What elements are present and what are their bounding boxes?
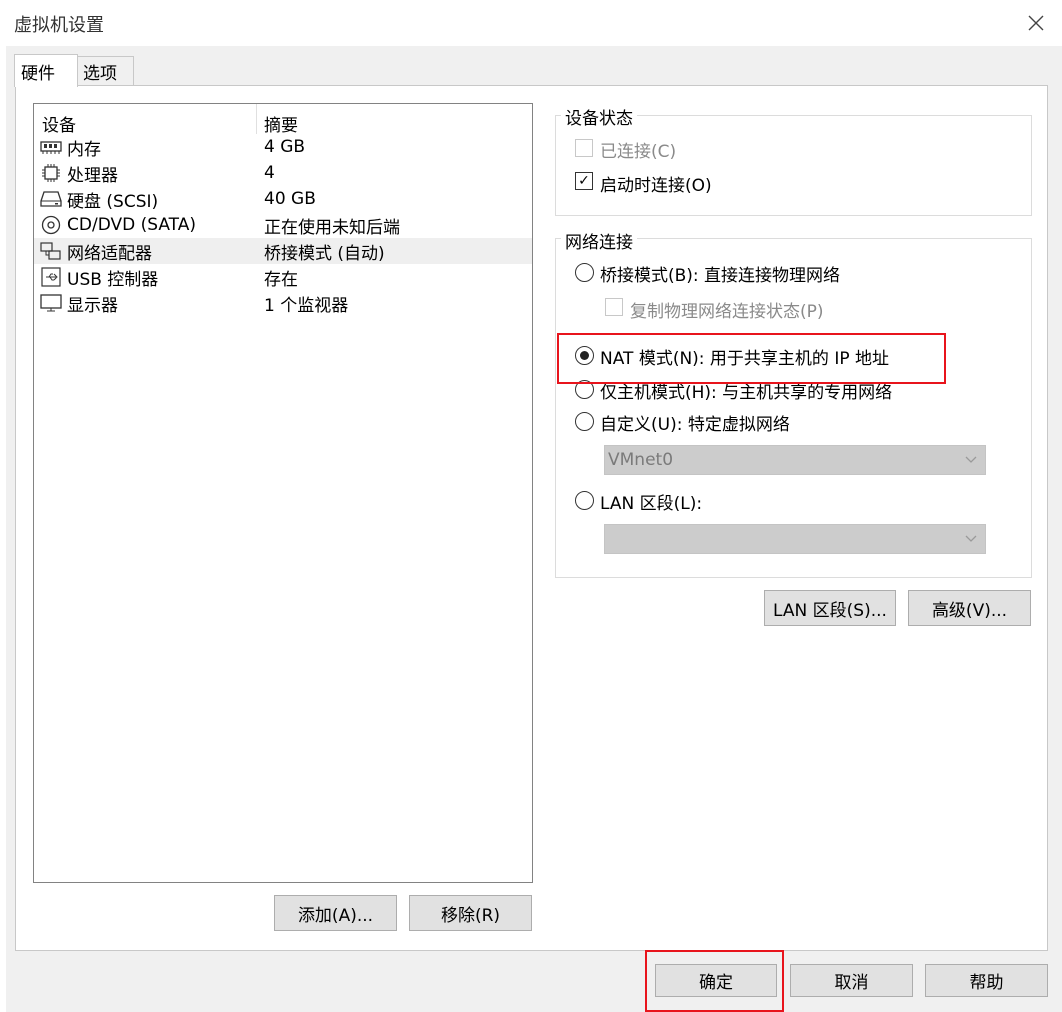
- lan-segment-select[interactable]: [604, 524, 986, 554]
- device-summary: 桥接模式 (自动): [264, 243, 385, 264]
- cd-dvd-icon: [40, 215, 62, 235]
- column-header-summary[interactable]: 摘要: [264, 110, 298, 136]
- connected-checkbox[interactable]: [575, 139, 593, 157]
- background-window-edge: [0, 46, 6, 1012]
- device-row-display[interactable]: 显示器 1 个监视器: [34, 290, 532, 316]
- network-connection-title: 网络连接: [561, 228, 637, 253]
- close-button[interactable]: [1016, 4, 1056, 42]
- remove-device-button[interactable]: 移除(R): [409, 895, 532, 931]
- replicate-state-label: 复制物理网络连接状态(P): [630, 302, 824, 322]
- device-name: 内存: [67, 139, 101, 160]
- bridged-label: 桥接模式(B): 直接连接物理网络: [600, 266, 841, 286]
- title-bar: [0, 0, 1062, 46]
- lan-segment-radio[interactable]: [575, 491, 594, 510]
- device-summary: 4 GB: [264, 137, 306, 157]
- replicate-state-checkbox[interactable]: [605, 298, 623, 316]
- column-header-device[interactable]: 设备: [42, 110, 76, 136]
- display-icon: [40, 293, 62, 313]
- device-name: 显示器: [67, 295, 118, 316]
- custom-radio[interactable]: [575, 412, 594, 431]
- device-summary: 正在使用未知后端: [264, 217, 400, 238]
- connected-label: 已连接(C): [600, 142, 677, 162]
- chevron-down-icon: [965, 453, 977, 467]
- device-summary: 40 GB: [264, 189, 316, 209]
- lan-segment-label: LAN 区段(L):: [600, 494, 703, 514]
- device-row-network-adapter[interactable]: 网络适配器 桥接模式 (自动): [34, 238, 532, 264]
- device-summary: 1 个监视器: [264, 295, 349, 316]
- custom-network-select[interactable]: VMnet0: [604, 445, 986, 475]
- device-name: CD/DVD (SATA): [67, 215, 196, 235]
- usb-icon: [40, 267, 62, 287]
- device-summary: 存在: [264, 269, 298, 290]
- device-row-hard-disk[interactable]: 硬盘 (SCSI) 40 GB: [34, 186, 532, 212]
- custom-network-value: VMnet0: [608, 450, 674, 470]
- hard-disk-icon: [40, 189, 62, 209]
- add-device-button[interactable]: 添加(A)...: [274, 895, 397, 931]
- network-adapter-icon: [40, 241, 62, 261]
- device-list[interactable]: 设备 摘要 内存 4 GB 处理器 4 硬盘 (SCSI) 40 GB CD/D…: [33, 103, 533, 883]
- device-row-processor[interactable]: 处理器 4: [34, 160, 532, 186]
- device-status-title: 设备状态: [561, 104, 637, 129]
- device-name: 网络适配器: [67, 243, 152, 264]
- cancel-button[interactable]: 取消: [790, 964, 913, 997]
- device-row-cd-dvd[interactable]: CD/DVD (SATA) 正在使用未知后端: [34, 212, 532, 238]
- connect-at-power-on-label: 启动时连接(O): [600, 176, 712, 196]
- device-name: USB 控制器: [67, 269, 159, 290]
- tab-hardware-label: 硬件: [21, 63, 55, 84]
- tab-options[interactable]: 选项: [76, 56, 134, 85]
- radio-selected-dot: [580, 351, 589, 360]
- nat-label: NAT 模式(N): 用于共享主机的 IP 地址: [600, 349, 889, 369]
- checkmark-icon: ✓: [578, 173, 590, 189]
- device-row-usb[interactable]: USB 控制器 存在: [34, 264, 532, 290]
- device-summary: 4: [264, 163, 275, 183]
- processor-icon: [40, 163, 62, 183]
- lan-segments-button[interactable]: LAN 区段(S)...: [764, 590, 896, 626]
- window-title: 虚拟机设置: [14, 15, 104, 36]
- close-icon: [1028, 15, 1044, 31]
- help-button[interactable]: 帮助: [925, 964, 1048, 997]
- device-status-group: [555, 115, 1032, 216]
- custom-label: 自定义(U): 特定虚拟网络: [600, 415, 790, 435]
- device-name: 处理器: [67, 165, 118, 186]
- column-separator[interactable]: [256, 104, 257, 134]
- chevron-down-icon: [965, 532, 977, 546]
- nat-radio[interactable]: [575, 346, 594, 365]
- host-only-radio[interactable]: [575, 380, 594, 399]
- device-row-memory[interactable]: 内存 4 GB: [34, 134, 532, 160]
- bridged-radio[interactable]: [575, 263, 594, 282]
- tab-options-label: 选项: [83, 63, 117, 84]
- host-only-label: 仅主机模式(H): 与主机共享的专用网络: [600, 383, 893, 403]
- connect-at-power-on-checkbox[interactable]: ✓: [575, 172, 593, 190]
- memory-icon: [40, 137, 62, 157]
- tab-hardware[interactable]: 硬件: [14, 54, 78, 87]
- ok-button[interactable]: 确定: [655, 964, 777, 997]
- device-name: 硬盘 (SCSI): [67, 191, 159, 212]
- advanced-button[interactable]: 高级(V)...: [908, 590, 1031, 626]
